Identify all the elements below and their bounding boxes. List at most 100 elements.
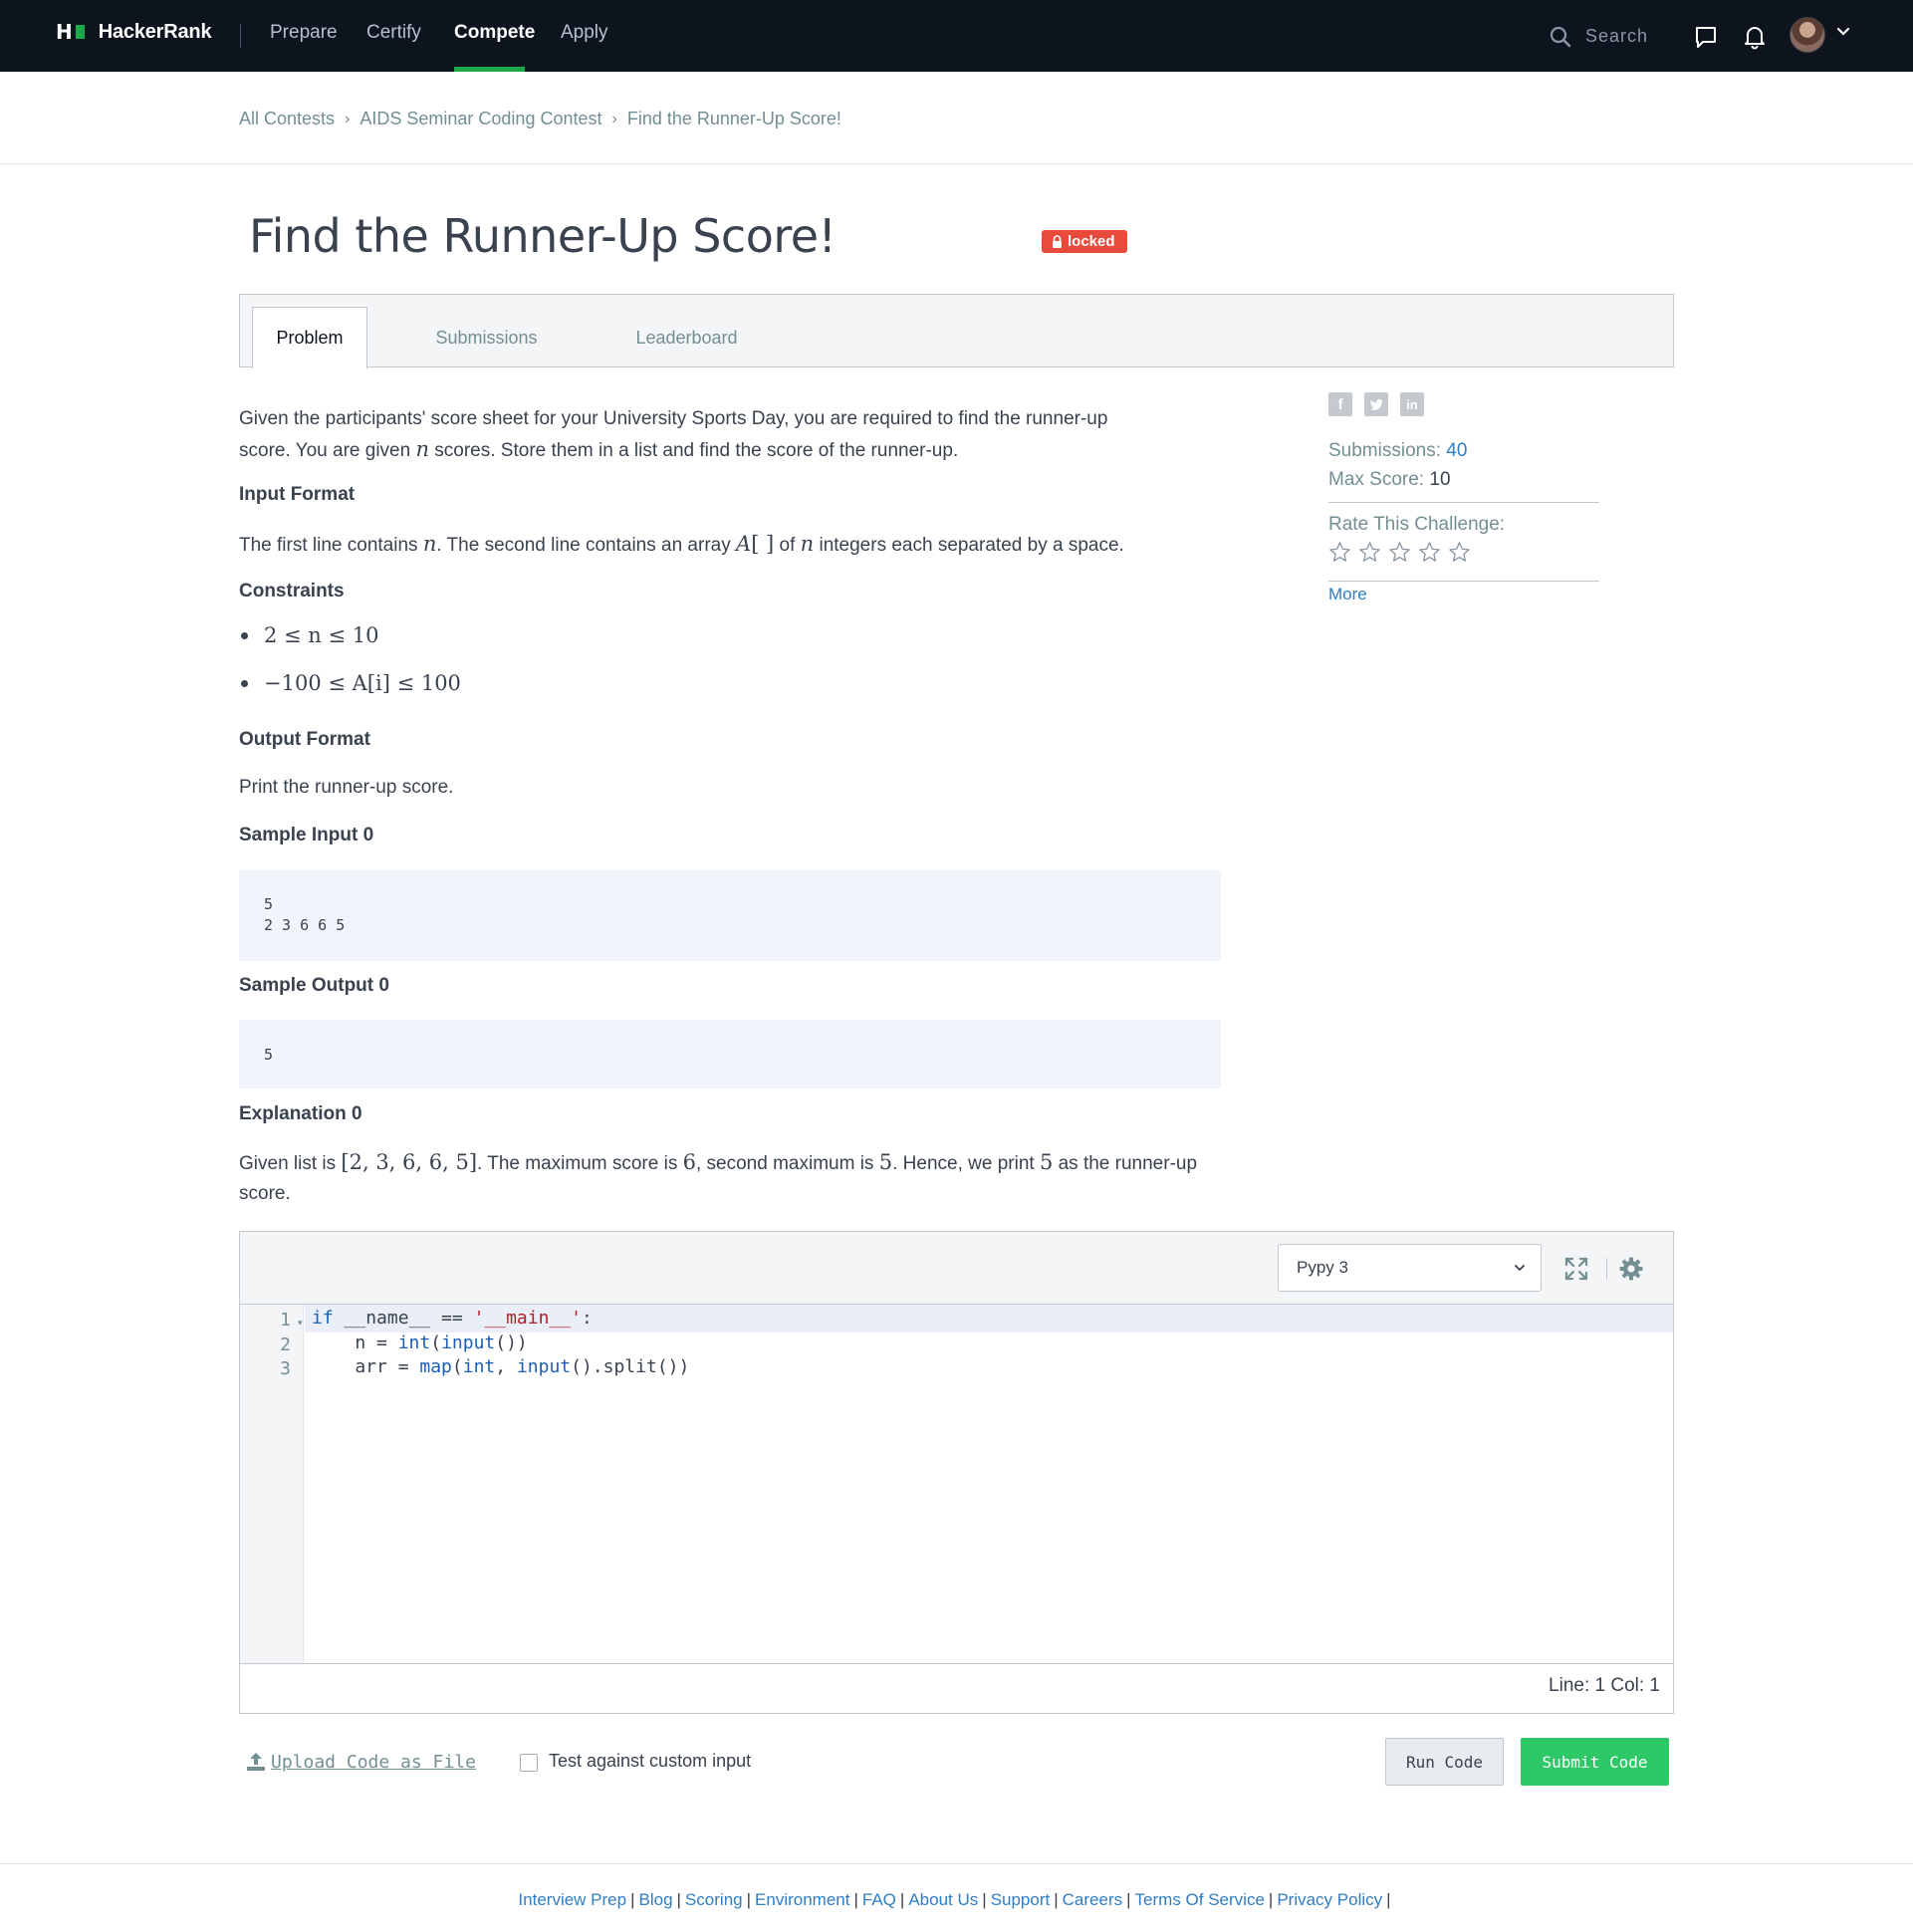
brand-name: HackerRank xyxy=(98,20,212,43)
constraints-heading: Constraints xyxy=(239,581,345,602)
footer-separator: | xyxy=(746,1890,752,1909)
footer-link-blog[interactable]: Blog xyxy=(639,1890,673,1909)
search-input[interactable]: Search xyxy=(1585,26,1648,47)
sample-input-block: 5 2 3 6 6 5 xyxy=(239,870,1221,961)
footer-separator: | xyxy=(853,1890,858,1909)
submissions-label: Submissions: xyxy=(1328,440,1441,461)
tab-leaderboard[interactable]: Leaderboard xyxy=(614,307,759,368)
footer-links: Interview Prep | Blog | Scoring | Environment |… xyxy=(0,1890,1913,1910)
more-link[interactable]: More xyxy=(1328,585,1367,604)
footer-link-support[interactable]: Support xyxy=(991,1890,1051,1909)
math-brackets: [ ] xyxy=(751,532,775,556)
constraint-text: −100 ≤ A[i] ≤ 100 xyxy=(264,671,461,695)
star-icon[interactable] xyxy=(1358,541,1381,564)
footer-link-careers[interactable]: Careers xyxy=(1063,1890,1122,1909)
line-number: 1 xyxy=(280,1310,291,1330)
nav-item-apply[interactable]: Apply xyxy=(561,22,608,44)
math-var: n xyxy=(415,437,429,461)
footer-link-privacy[interactable]: Privacy Policy xyxy=(1277,1890,1382,1909)
code-line[interactable]: arr = map(int, input().split()) xyxy=(312,1356,689,1377)
language-select[interactable]: Pypy 3 xyxy=(1278,1244,1542,1292)
text: of xyxy=(779,535,796,556)
sample-input-line: 2 3 6 6 5 xyxy=(264,916,346,934)
footer-separator: | xyxy=(1054,1890,1059,1909)
active-nav-indicator xyxy=(454,67,525,72)
bell-icon[interactable] xyxy=(1742,24,1768,50)
breadcrumb-contest[interactable]: AIDS Seminar Coding Contest xyxy=(359,109,601,129)
code-editor: Pypy 3 1 2 3 ▾ if __name__ == '__main__'… xyxy=(239,1231,1674,1714)
sample-input-heading: Sample Input 0 xyxy=(239,825,374,845)
input-format-heading: Input Format xyxy=(239,484,356,505)
explanation-line-1: Given list is [2, 3, 6, 6, 5]. The maxim… xyxy=(239,1147,1225,1179)
footer-link-terms[interactable]: Terms Of Service xyxy=(1135,1890,1265,1909)
star-icon[interactable] xyxy=(1388,541,1411,564)
math-num: 6 xyxy=(682,1150,696,1174)
nav-item-certify[interactable]: Certify xyxy=(366,22,421,44)
footer-divider xyxy=(0,1863,1913,1864)
chevron-right-icon: › xyxy=(345,110,351,127)
rating-stars[interactable] xyxy=(1328,541,1471,564)
nav-item-prepare[interactable]: Prepare xyxy=(270,22,338,44)
max-score-value: 10 xyxy=(1429,469,1451,490)
submissions-stat: Submissions: 40 xyxy=(1328,440,1467,462)
facebook-icon[interactable]: f xyxy=(1328,392,1352,416)
star-icon[interactable] xyxy=(1418,541,1441,564)
avatar[interactable] xyxy=(1790,17,1825,53)
footer-separator: | xyxy=(1386,1890,1391,1909)
text: The first line contains xyxy=(239,535,418,556)
footer-link-about-us[interactable]: About Us xyxy=(908,1890,978,1909)
page-title: Find the Runner-Up Score! xyxy=(249,209,837,263)
fold-arrow-icon[interactable]: ▾ xyxy=(298,1318,303,1328)
custom-input-checkbox[interactable] xyxy=(520,1754,538,1772)
text: as the runner-up xyxy=(1058,1153,1198,1174)
footer-separator: | xyxy=(899,1890,905,1909)
output-format-heading: Output Format xyxy=(239,729,370,750)
explanation-text: Given list is [2, 3, 6, 6, 5]. The maxim… xyxy=(239,1147,1225,1209)
footer-separator: | xyxy=(676,1890,681,1909)
nav-item-compete[interactable]: Compete xyxy=(454,22,535,44)
upload-code-link[interactable]: Upload Code as File xyxy=(245,1751,476,1773)
tab-submissions[interactable]: Submissions xyxy=(419,307,554,368)
code-line[interactable]: n = int(input()) xyxy=(312,1332,527,1353)
sample-output-block: 5 xyxy=(239,1020,1221,1088)
custom-input-label[interactable]: Test against custom input xyxy=(549,1751,751,1772)
twitter-icon[interactable] xyxy=(1364,392,1388,416)
sample-output-line: 5 xyxy=(264,1046,274,1064)
chat-icon[interactable] xyxy=(1693,24,1719,50)
text: . The maximum score is xyxy=(477,1153,678,1174)
locked-badge: locked xyxy=(1042,230,1127,253)
constraint-text: 2 ≤ n ≤ 10 xyxy=(264,623,379,647)
math-var: n xyxy=(800,532,815,556)
chevron-down-icon[interactable] xyxy=(1835,24,1851,40)
fullscreen-icon[interactable] xyxy=(1563,1256,1589,1282)
code-line[interactable]: if __name__ == '__main__': xyxy=(312,1308,593,1328)
footer-link-faq[interactable]: FAQ xyxy=(862,1890,896,1909)
divider xyxy=(1328,502,1599,503)
text: , second maximum is xyxy=(695,1153,874,1174)
footer-link-environment[interactable]: Environment xyxy=(755,1890,849,1909)
breadcrumb: All Contests › AIDS Seminar Coding Conte… xyxy=(239,109,841,129)
footer-link-interview-prep[interactable]: Interview Prep xyxy=(518,1890,626,1909)
footer-link-scoring[interactable]: Scoring xyxy=(685,1890,743,1909)
status-divider xyxy=(240,1663,1673,1664)
breadcrumb-all-contests[interactable]: All Contests xyxy=(239,109,335,129)
bullet-dot xyxy=(241,679,248,687)
star-icon[interactable] xyxy=(1328,541,1351,564)
upload-code-label[interactable]: Upload Code as File xyxy=(271,1752,476,1773)
rate-challenge-label: Rate This Challenge: xyxy=(1328,514,1506,535)
math-list: [2, 3, 6, 6, 5] xyxy=(341,1150,478,1174)
input-format-text: The first line contains n. The second li… xyxy=(239,529,1225,561)
gear-icon[interactable] xyxy=(1618,1256,1644,1282)
math-num: 5 xyxy=(1039,1150,1054,1174)
language-select-value: Pypy 3 xyxy=(1297,1258,1348,1277)
twitter-bird-glyph xyxy=(1369,398,1383,410)
run-code-button[interactable]: Run Code xyxy=(1385,1738,1504,1786)
search-icon[interactable] xyxy=(1549,25,1572,49)
tab-problem[interactable]: Problem xyxy=(252,307,367,369)
submit-code-button[interactable]: Submit Code xyxy=(1521,1738,1669,1786)
submissions-count-link[interactable]: 40 xyxy=(1446,440,1467,461)
linkedin-icon[interactable]: in xyxy=(1400,392,1424,416)
hackerrank-logo[interactable]: H HackerRank xyxy=(56,20,212,44)
text: . Hence, we print xyxy=(892,1153,1035,1174)
star-icon[interactable] xyxy=(1448,541,1471,564)
